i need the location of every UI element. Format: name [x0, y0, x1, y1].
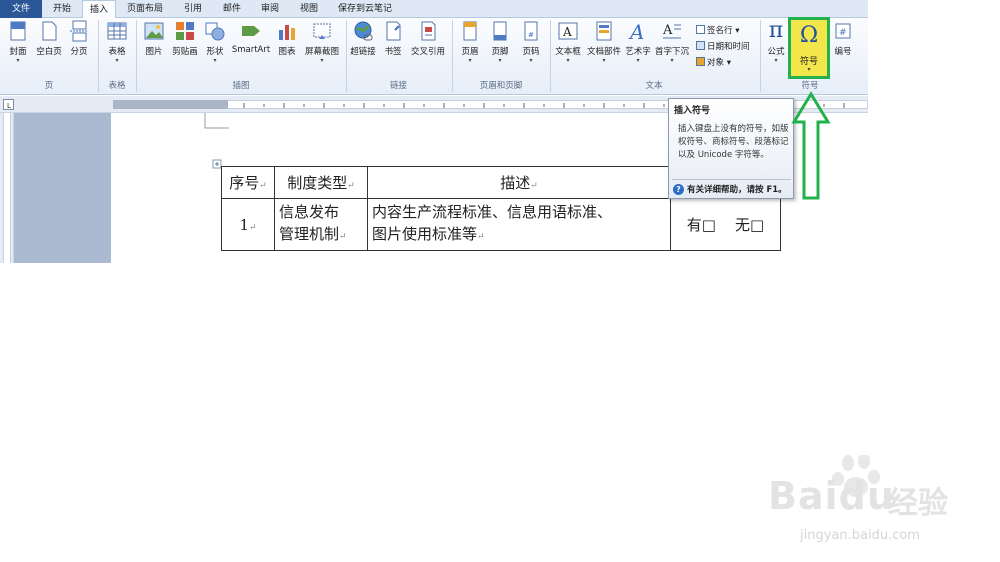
object-icon: [696, 57, 705, 66]
chart-icon: [276, 20, 298, 42]
page-break-icon: [68, 20, 90, 42]
date-time-button[interactable]: 日期和时间: [696, 40, 750, 52]
table-row: 1↵ 信息发布 管理机制↵ 内容生产流程标准、信息用语标准、 图片使用标准等↵ 有□…: [221, 198, 781, 251]
pi-icon: π: [768, 18, 784, 43]
help-icon: ?: [673, 184, 684, 195]
watermark-url: jingyan.baidu.com: [800, 528, 920, 543]
table-icon: [106, 20, 128, 42]
bookmark-icon: [382, 20, 404, 42]
blank-page-icon: [38, 20, 60, 42]
vertical-ruler[interactable]: [0, 113, 14, 263]
svg-text:#: #: [528, 31, 534, 39]
number-button[interactable]: # 编号: [830, 20, 856, 57]
header-icon: [459, 20, 481, 42]
screenshot-icon: [311, 20, 333, 42]
table-button[interactable]: 表格 ▾: [102, 20, 132, 65]
tab-references[interactable]: 引用: [176, 0, 210, 18]
tab-insert[interactable]: 插入: [82, 0, 116, 19]
group-label-tables: 表格: [108, 81, 126, 91]
signature-line-button[interactable]: 签名行 ▾: [696, 24, 739, 36]
hyperlink-button[interactable]: 超链接: [348, 20, 378, 57]
cross-reference-icon: [417, 20, 439, 42]
table-cell[interactable]: 有□ 无□: [670, 198, 781, 251]
watermark-cn: 经验: [888, 486, 948, 521]
tooltip-help: ? 有关详细帮助，请按 F1。: [673, 183, 787, 195]
symbol-button[interactable]: Ω 符号 ▾: [788, 17, 830, 79]
number-icon: #: [832, 20, 854, 42]
signature-icon: [696, 25, 705, 34]
annotation-up-arrow-icon: [791, 91, 831, 200]
drop-cap-button[interactable]: A 首字下沉 ▾: [654, 20, 690, 65]
tab-page-layout[interactable]: 页面布局: [120, 0, 170, 18]
globe-icon: [352, 20, 374, 42]
tooltip-body: 插入键盘上没有的符号，如版权符号、商标符号、段落标记以及 Unicode 字符等…: [678, 124, 789, 160]
wordart-icon: A: [627, 20, 649, 44]
drop-cap-icon: A: [661, 20, 683, 42]
header-button[interactable]: 页眉 ▾: [456, 20, 484, 65]
smartart-icon: [240, 20, 262, 42]
tooltip-divider: [672, 179, 791, 180]
tab-save-cloud-note[interactable]: 保存到云笔记: [332, 0, 398, 18]
group-label-links: 链接: [389, 81, 407, 91]
page-break-button[interactable]: 分页: [66, 20, 92, 57]
page-number-icon: #: [520, 20, 542, 42]
table-cell[interactable]: 描述↵: [367, 166, 671, 199]
page-number-button[interactable]: # 页码 ▾: [516, 20, 546, 65]
word-window: { "tabs": [ {"label": "文件"}, {"label": "…: [0, 0, 1000, 562]
screenshot-button[interactable]: 屏幕截图 ▾: [302, 20, 342, 65]
svg-text:A: A: [628, 20, 644, 42]
object-button[interactable]: 对象 ▾: [696, 56, 731, 68]
tooltip-title: 插入符号: [674, 106, 711, 116]
tab-mailings[interactable]: 邮件: [214, 0, 250, 18]
watermark-brand: Baidu: [768, 474, 895, 518]
wordart-button[interactable]: A 艺术字 ▾: [624, 20, 652, 65]
quick-parts-icon: [593, 20, 615, 42]
calendar-icon: [696, 41, 705, 50]
blank-page-button[interactable]: 空白页: [34, 20, 64, 57]
group-label-text: 文本: [645, 81, 663, 91]
svg-text:#: #: [839, 28, 847, 38]
table-cell[interactable]: 1↵: [221, 198, 275, 251]
text-box-icon: A: [557, 20, 579, 42]
cover-page-button[interactable]: 封面 ▾: [4, 20, 32, 65]
table-cell[interactable]: 序号↵: [221, 166, 275, 199]
smartart-button[interactable]: SmartArt: [230, 20, 272, 55]
tab-view[interactable]: 视图: [290, 0, 328, 18]
shapes-button[interactable]: 形状 ▾: [202, 20, 228, 65]
picture-icon: [143, 20, 165, 42]
group-label-header-footer: 页眉和页脚: [479, 81, 523, 91]
tab-selector[interactable]: L: [3, 99, 14, 110]
tab-file[interactable]: 文件: [0, 0, 42, 18]
cross-reference-button[interactable]: 交叉引用: [408, 20, 448, 57]
tab-home[interactable]: 开始: [44, 0, 80, 18]
tab-review[interactable]: 审阅: [252, 0, 288, 18]
bookmark-button[interactable]: 书签: [380, 20, 406, 57]
ribbon-tab-row: 文件 开始 插入 页面布局 引用 邮件 审阅 视图 保存到云笔记: [0, 0, 868, 19]
group-label-pages: 页: [44, 81, 54, 91]
table-cell[interactable]: 制度类型↵: [274, 166, 368, 199]
clip-art-icon: [174, 20, 196, 42]
symbol-tooltip: 插入符号 插入键盘上没有的符号，如版权符号、商标符号、段落标记以及 Unicod…: [668, 98, 794, 199]
group-label-illustrations: 插图: [232, 81, 250, 91]
equation-button[interactable]: π 公式 ▾: [764, 20, 788, 65]
vertical-ruler-track: [3, 113, 11, 263]
clip-art-button[interactable]: 剪贴画: [170, 20, 200, 57]
table-cell[interactable]: 信息发布 管理机制↵: [274, 198, 368, 251]
svg-text:A: A: [562, 25, 572, 39]
text-box-button[interactable]: A 文本框 ▾: [552, 20, 584, 65]
table-cell[interactable]: 内容生产流程标准、信息用语标准、 图片使用标准等↵: [367, 198, 671, 251]
group-separator: [760, 20, 761, 92]
footer-button[interactable]: 页脚 ▾: [486, 20, 514, 65]
picture-button[interactable]: 图片: [140, 20, 168, 57]
ruler-margin: [113, 100, 228, 109]
shapes-icon: [204, 20, 226, 42]
cover-page-icon: [7, 20, 29, 42]
quick-parts-button[interactable]: 文档部件 ▾: [586, 20, 622, 65]
chart-button[interactable]: 图表: [274, 20, 300, 57]
omega-icon: Ω: [799, 23, 819, 48]
footer-icon: [489, 20, 511, 42]
ribbon: 封面 ▾ 空白页 分页 页 表格 ▾ 表格 图片 剪贴画 形状 ▾ SmartA…: [0, 18, 868, 95]
svg-text:A: A: [662, 23, 673, 38]
